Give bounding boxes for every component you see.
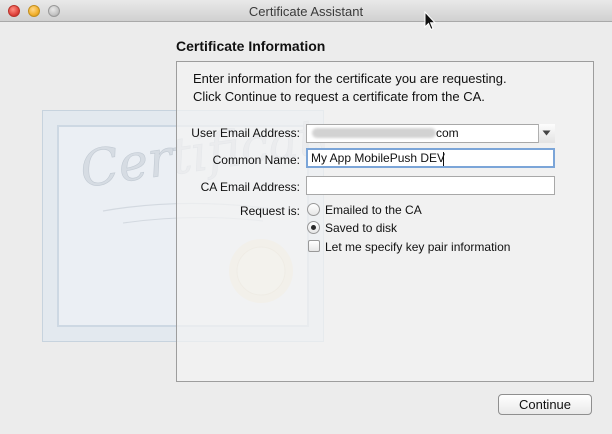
user-email-suffix: com: [436, 126, 459, 140]
user-email-dropdown-button[interactable]: [538, 124, 555, 143]
saved-to-disk-radio[interactable]: [307, 221, 320, 234]
common-name-field[interactable]: [306, 148, 555, 168]
specify-key-pair-checkbox[interactable]: [308, 240, 320, 252]
intro-text: Enter information for the certificate yo…: [193, 70, 573, 106]
user-email-label: User Email Address:: [191, 126, 300, 140]
section-title: Certificate Information: [176, 38, 326, 54]
redacted-email-value: [312, 128, 436, 138]
window-titlebar: Certificate Assistant: [0, 0, 612, 22]
ca-email-label: CA Email Address:: [200, 180, 300, 194]
continue-button[interactable]: Continue: [498, 394, 592, 415]
window-title: Certificate Assistant: [248, 4, 364, 19]
chevron-down-icon: [542, 130, 551, 136]
mouse-pointer-icon: [424, 11, 436, 31]
request-is-label: Request is:: [239, 204, 300, 218]
saved-to-disk-label[interactable]: Saved to disk: [325, 221, 397, 235]
common-name-label: Common Name:: [212, 153, 300, 167]
emailed-to-ca-radio[interactable]: [307, 203, 320, 216]
emailed-to-ca-label[interactable]: Emailed to the CA: [325, 203, 422, 217]
specify-key-pair-label[interactable]: Let me specify key pair information: [325, 240, 510, 254]
intro-line-1: Enter information for the certificate yo…: [193, 71, 507, 86]
text-caret: [443, 152, 444, 166]
intro-line-2: Click Continue to request a certificate …: [193, 89, 485, 104]
ca-email-field[interactable]: [306, 176, 555, 195]
